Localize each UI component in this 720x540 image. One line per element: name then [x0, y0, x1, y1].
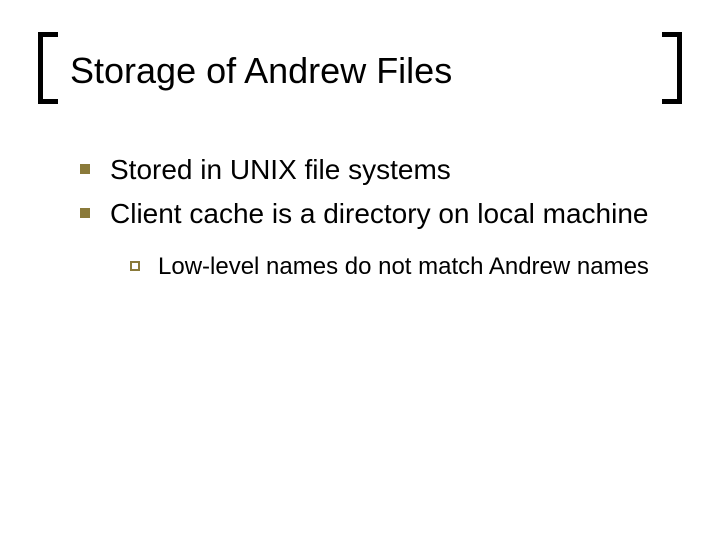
- sub-bullet-text: Low-level names do not match Andrew name…: [158, 251, 649, 282]
- bullet-text: Stored in UNIX file systems: [110, 152, 451, 188]
- bullet-text: Client cache is a directory on local mac…: [110, 196, 648, 232]
- square-bullet-icon: [80, 164, 90, 174]
- slide: Storage of Andrew Files Stored in UNIX f…: [0, 0, 720, 540]
- list-item: Client cache is a directory on local mac…: [80, 196, 670, 232]
- bracket-left-icon: [38, 32, 58, 104]
- hollow-square-bullet-icon: [130, 261, 140, 271]
- content-area: Stored in UNIX file systems Client cache…: [50, 152, 670, 282]
- sub-list-item: Low-level names do not match Andrew name…: [130, 251, 670, 282]
- list-item: Stored in UNIX file systems: [80, 152, 670, 188]
- title-container: Storage of Andrew Files: [50, 40, 670, 102]
- bracket-right-icon: [662, 32, 682, 104]
- square-bullet-icon: [80, 208, 90, 218]
- page-title: Storage of Andrew Files: [50, 50, 670, 92]
